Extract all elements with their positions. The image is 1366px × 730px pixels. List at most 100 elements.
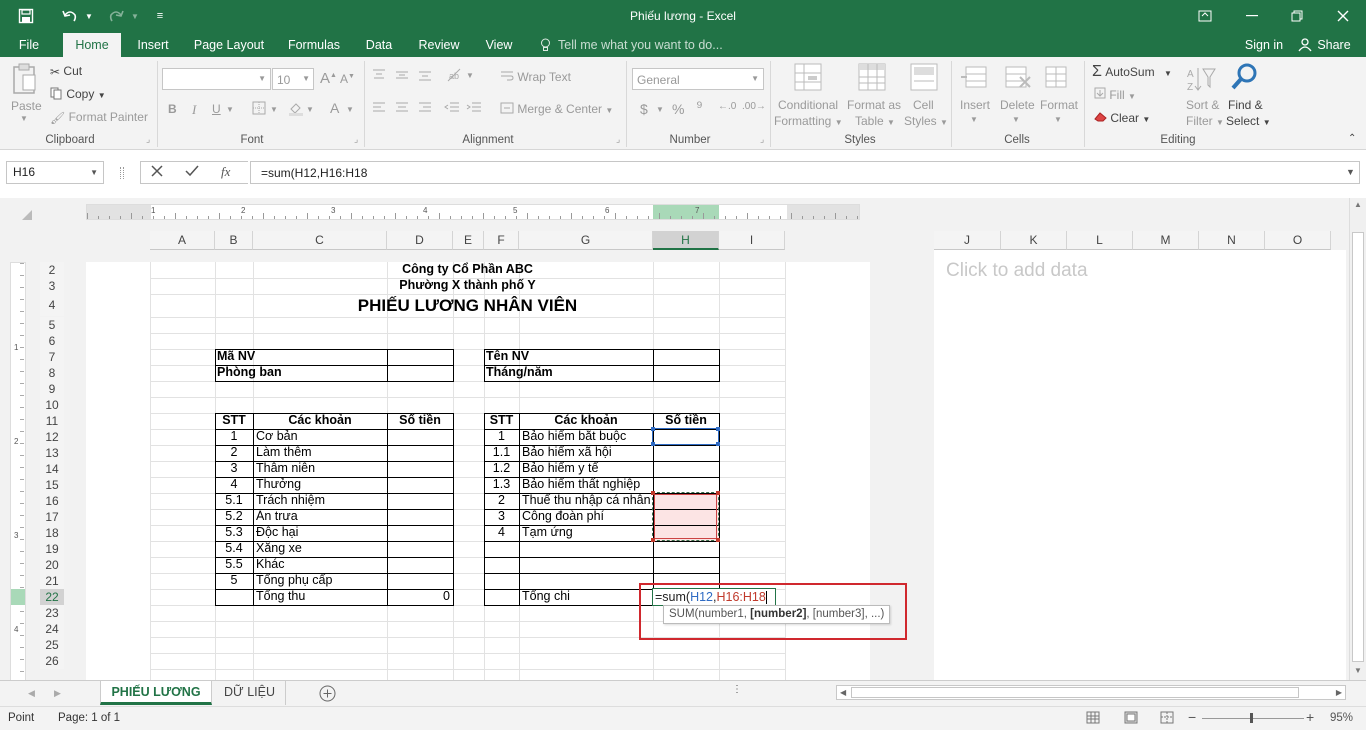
delete-cells-icon[interactable] [1004, 63, 1032, 94]
scroll-down-icon[interactable]: ▼ [1354, 666, 1362, 675]
name-box[interactable]: H16 ▼ [6, 161, 104, 184]
conditional-formatting-icon[interactable] [794, 63, 822, 94]
column-header[interactable]: O [1265, 231, 1331, 250]
tab-split-handle[interactable]: ⋮ [732, 684, 742, 695]
column-header[interactable]: L [1067, 231, 1133, 250]
font-name-select[interactable]: ▼ [162, 68, 271, 90]
restore-icon[interactable] [1282, 5, 1312, 27]
vertical-scroll-thumb[interactable] [1352, 232, 1364, 662]
row-header[interactable]: 10 [40, 397, 64, 413]
tab-view[interactable]: View [476, 33, 522, 57]
format-painter-button[interactable]: 🖌 Format Painter [50, 110, 148, 125]
row-header[interactable]: 3 [40, 278, 64, 294]
tab-home[interactable]: Home [63, 33, 121, 57]
percent-icon[interactable]: % [672, 101, 684, 117]
increase-indent-icon[interactable] [466, 102, 482, 117]
tab-page-layout[interactable]: Page Layout [186, 33, 272, 57]
align-left-icon[interactable] [372, 102, 386, 117]
zoom-slider[interactable] [1202, 718, 1304, 719]
increase-decimal-icon[interactable]: ←.0 [718, 101, 736, 112]
zoom-slider-thumb[interactable] [1250, 713, 1253, 723]
row-header[interactable]: 20 [40, 557, 64, 573]
tab-data[interactable]: Data [356, 33, 402, 57]
column-header[interactable]: J [934, 231, 1001, 250]
italic-button[interactable]: I [192, 102, 196, 118]
font-launcher-icon[interactable]: ⌟ [354, 134, 358, 145]
fill-color-icon[interactable] [288, 101, 304, 119]
row-header[interactable]: 23 [40, 605, 64, 621]
namebox-resize-handle[interactable] [120, 167, 124, 179]
row-header[interactable]: 8 [40, 365, 64, 381]
paste-button[interactable]: Paste [11, 99, 42, 113]
clipboard-launcher-icon[interactable]: ⌟ [146, 134, 150, 145]
row-header[interactable]: 25 [40, 637, 64, 653]
tab-file[interactable]: File [8, 33, 50, 57]
delete-cells-button[interactable]: Delete [1000, 98, 1035, 112]
ribbon-display-options-icon[interactable] [1190, 5, 1220, 27]
format-cells-icon[interactable] [1044, 63, 1072, 94]
tab-formulas[interactable]: Formulas [280, 33, 348, 57]
wrap-text-button[interactable]: Wrap Text [500, 70, 571, 85]
font-color-dropdown-icon[interactable]: ▼ [346, 105, 354, 114]
align-center-icon[interactable] [395, 102, 409, 117]
merge-center-button[interactable]: Merge & Center ▼ [500, 102, 613, 117]
column-header[interactable]: E [453, 231, 484, 250]
sort-filter-line1[interactable]: Sort & [1186, 98, 1219, 112]
paste-icon[interactable] [12, 63, 38, 98]
prev-sheet-icon[interactable]: ◀ [28, 688, 35, 699]
row-header[interactable]: 6 [40, 333, 64, 349]
row-header[interactable]: 22 [40, 589, 64, 605]
close-icon[interactable] [1328, 5, 1358, 27]
insert-cells-button[interactable]: Insert [960, 98, 990, 112]
select-all-corner[interactable] [22, 210, 32, 220]
number-launcher-icon[interactable]: ⌟ [760, 134, 764, 145]
conditional-formatting-line1[interactable]: Conditional [778, 98, 838, 112]
vertical-scrollbar[interactable]: ▲ ▼ [1349, 198, 1366, 680]
row-header[interactable]: 17 [40, 509, 64, 525]
row-header[interactable]: 19 [40, 541, 64, 557]
borders-dropdown-icon[interactable]: ▼ [270, 105, 278, 114]
align-right-icon[interactable] [418, 102, 432, 117]
font-color-icon[interactable]: A [330, 100, 339, 116]
column-header[interactable]: C [253, 231, 387, 250]
row-header[interactable]: 26 [40, 653, 64, 669]
find-select-line1[interactable]: Find & [1228, 98, 1263, 112]
fill-button[interactable]: Fill ▼ [1094, 87, 1136, 102]
normal-view-icon[interactable] [1086, 711, 1100, 727]
fill-color-dropdown-icon[interactable]: ▼ [306, 105, 314, 114]
zoom-out-button[interactable]: − [1188, 709, 1196, 725]
format-as-table-line1[interactable]: Format as [847, 98, 901, 112]
delete-dropdown-icon[interactable]: ▼ [1012, 115, 1020, 124]
row-header[interactable]: 16 [40, 493, 64, 509]
page-layout-view-icon[interactable] [1124, 711, 1138, 727]
row-header[interactable]: 24 [40, 621, 64, 637]
row-header[interactable]: 11 [40, 413, 64, 429]
row-header[interactable]: 18 [40, 525, 64, 541]
format-dropdown-icon[interactable]: ▼ [1054, 115, 1062, 124]
collapse-ribbon-icon[interactable]: ⌃ [1348, 133, 1356, 144]
scroll-right-icon[interactable]: ▶ [1336, 688, 1342, 697]
column-header[interactable]: F [484, 231, 519, 250]
font-size-select[interactable]: 10 ▼ [272, 68, 314, 90]
orientation-dropdown-icon[interactable]: ▼ [466, 71, 474, 80]
middle-align-icon[interactable] [395, 69, 409, 84]
underline-dropdown-icon[interactable]: ▼ [226, 105, 234, 114]
decrease-font-icon[interactable]: A▼ [340, 72, 355, 86]
format-as-table-button[interactable]: Table ▼ [855, 114, 895, 128]
column-header[interactable]: I [719, 231, 785, 250]
sign-in-link[interactable]: Sign in [1238, 33, 1290, 57]
bottom-align-icon[interactable] [418, 69, 432, 84]
cell-styles-line1[interactable]: Cell [913, 98, 934, 112]
sort-filter-icon[interactable]: AZ [1186, 65, 1216, 96]
column-header[interactable]: B [215, 231, 253, 250]
sheet-tab-du-lieu[interactable]: DỮ LIỆU [214, 681, 286, 705]
horizontal-scrollbar[interactable]: ◀ ▶ [836, 685, 1346, 700]
zoom-in-button[interactable]: + [1306, 709, 1314, 725]
zoom-level[interactable]: 95% [1330, 712, 1353, 724]
row-header[interactable]: 5 [40, 317, 64, 333]
column-header[interactable]: H [653, 231, 719, 250]
cut-button[interactable]: ✂ Cut [50, 64, 82, 79]
insert-function-button[interactable]: fx [221, 164, 230, 180]
alignment-launcher-icon[interactable]: ⌟ [616, 134, 620, 145]
number-format-select[interactable]: General ▼ [632, 68, 764, 90]
